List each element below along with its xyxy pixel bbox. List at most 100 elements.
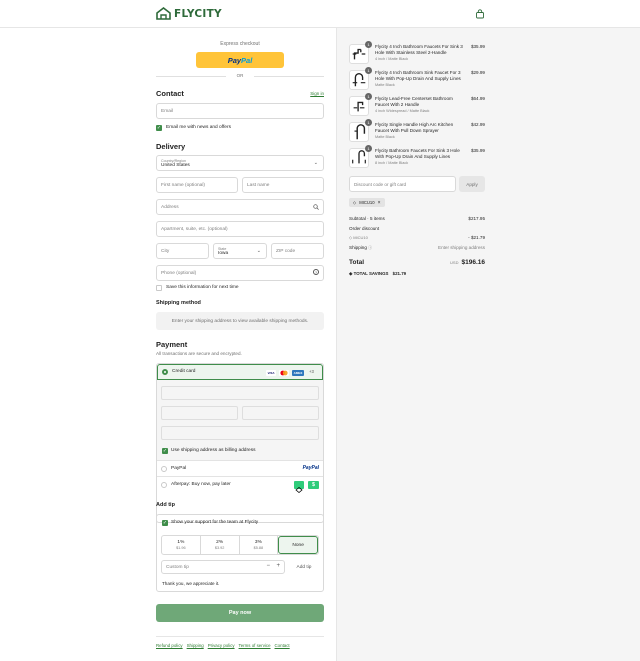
add-tip-button[interactable]: Add tip bbox=[289, 560, 319, 574]
apartment-field[interactable]: Apartment, suite, etc. (optional) bbox=[156, 221, 324, 237]
tip-options: 1% $1.96 2% $3.92 3% $5.88 None bbox=[161, 535, 319, 555]
brand-name: FLYCITY bbox=[174, 7, 222, 20]
chevron-down-icon: ⌄ bbox=[313, 160, 318, 166]
afterpay-radio[interactable] bbox=[161, 482, 167, 488]
card-details-form: ✓ Use shipping address as billing addres… bbox=[157, 380, 323, 460]
card-security-code-field[interactable] bbox=[242, 406, 319, 420]
afterpay-option[interactable]: Afterpay: Buy now, pay later $ bbox=[157, 476, 323, 494]
order-discount-row: Order discount bbox=[349, 226, 380, 231]
city-field[interactable]: City bbox=[156, 243, 209, 259]
cart-item: 1 Flycity Lead-Free Centerset Bathroom F… bbox=[349, 93, 485, 120]
contact-link[interactable]: Contact bbox=[275, 643, 290, 648]
payment-subtitle: All transactions are secure and encrypte… bbox=[156, 351, 242, 356]
credit-card-option[interactable]: Credit card VISA AMEX +3 bbox=[157, 364, 323, 380]
brand-logo[interactable]: FLYCITY bbox=[156, 7, 222, 20]
tip-option-2[interactable]: 2% $3.92 bbox=[201, 536, 240, 554]
cart-item: 1 Flycity Bathroom Faucets For Sink 3 Ho… bbox=[349, 145, 485, 172]
news-label: Email me with news and offers bbox=[166, 125, 231, 130]
apply-discount-button[interactable]: Apply bbox=[459, 176, 485, 192]
header: FLYCITY bbox=[0, 0, 640, 28]
house-logo-icon bbox=[156, 7, 171, 20]
sign-in-link[interactable]: Sign in bbox=[310, 91, 324, 96]
amex-icon: AMEX bbox=[292, 370, 304, 376]
faucet-icon bbox=[354, 124, 366, 140]
subtotal-row: Subtotal · 5 items $217.95 bbox=[349, 216, 485, 221]
delivery-heading: Delivery bbox=[156, 142, 186, 151]
decrement-icon[interactable]: − bbox=[266, 563, 270, 569]
email-field[interactable]: Email bbox=[156, 103, 324, 119]
faucet-icon bbox=[352, 150, 366, 164]
payment-methods: Credit card VISA AMEX +3 ✓ Use shipping … bbox=[156, 363, 324, 523]
tip-option-none[interactable]: None bbox=[278, 536, 318, 554]
last-name-field[interactable]: Last name bbox=[242, 177, 324, 193]
quantity-badge: 1 bbox=[365, 41, 372, 48]
faucet-icon bbox=[353, 101, 365, 112]
terms-of-service-link[interactable]: Terms of service bbox=[239, 643, 271, 648]
mastercard-icon bbox=[279, 370, 289, 376]
help-icon[interactable]: ⓘ bbox=[368, 245, 372, 250]
tag-icon: ◇ bbox=[353, 200, 357, 205]
tip-option-1[interactable]: 1% $1.96 bbox=[162, 536, 201, 554]
help-icon[interactable]: ? bbox=[313, 269, 319, 275]
total-savings-row: ◈ TOTAL SAVINGS $21.79 bbox=[349, 271, 407, 276]
card-expiry-field[interactable] bbox=[161, 406, 238, 420]
billing-address-checkbox[interactable]: ✓ bbox=[162, 448, 168, 454]
quantity-badge: 1 bbox=[365, 119, 372, 126]
shipping-link[interactable]: Shipping bbox=[187, 643, 204, 648]
footer-links: Refund policy Shipping Privacy policy Te… bbox=[156, 636, 324, 648]
quantity-badge: 1 bbox=[365, 145, 372, 152]
contact-heading: Contact bbox=[156, 89, 184, 98]
state-select[interactable]: State Iowa ⌄ bbox=[213, 243, 267, 259]
billing-address-label: Use shipping address as billing address bbox=[171, 448, 256, 453]
privacy-policy-link[interactable]: Privacy policy bbox=[208, 643, 235, 648]
shopping-bag-icon[interactable] bbox=[475, 9, 485, 19]
card-name-field[interactable] bbox=[161, 426, 319, 440]
applied-discount-chip: ◇ MICU10 × bbox=[349, 198, 385, 207]
zip-field[interactable]: ZIP code bbox=[271, 243, 324, 259]
phone-field[interactable]: Phone (optional) ? bbox=[156, 265, 324, 281]
more-cards-count: +3 bbox=[309, 369, 314, 374]
paypal-express-button[interactable]: Pay Pal bbox=[196, 52, 284, 68]
tip-section: ✓ Show your support for the team at Flyc… bbox=[156, 514, 324, 592]
remove-discount-icon[interactable]: × bbox=[378, 200, 381, 206]
product-name: Flycity Single Handle High Arc Kitchen F… bbox=[375, 122, 454, 139]
paypal-radio[interactable] bbox=[161, 466, 167, 472]
cart-item: 1 Flycity 4 Inch Bathroom Sink Faucet Fo… bbox=[349, 67, 485, 94]
pay-now-button[interactable]: Pay now bbox=[156, 604, 324, 622]
news-checkbox[interactable]: ✓ bbox=[156, 125, 162, 131]
first-name-field[interactable]: First name (optional) bbox=[156, 177, 238, 193]
total-label: Total bbox=[349, 259, 365, 266]
afterpay-logo-icon bbox=[294, 481, 304, 494]
paypal-logo: PayPal bbox=[302, 465, 319, 471]
custom-tip-field[interactable]: Custom tip − + bbox=[161, 560, 285, 574]
shipping-method-notice: Enter your shipping address to view avai… bbox=[156, 312, 324, 330]
product-price: $35.99 bbox=[470, 44, 485, 49]
product-price: $42.99 bbox=[470, 122, 485, 127]
save-info-checkbox[interactable] bbox=[156, 285, 162, 291]
shipping-method-heading: Shipping method bbox=[156, 300, 201, 306]
tip-option-3[interactable]: 3% $5.88 bbox=[240, 536, 279, 554]
address-field[interactable]: Address bbox=[156, 199, 324, 215]
paypal-option[interactable]: PayPal PayPal bbox=[157, 460, 323, 476]
country-select[interactable]: Country/Region United States ⌄ bbox=[156, 155, 324, 171]
credit-card-radio[interactable] bbox=[162, 369, 168, 375]
product-price: $29.99 bbox=[470, 70, 485, 75]
faucet-icon bbox=[352, 48, 366, 60]
search-icon bbox=[313, 204, 319, 210]
card-number-field[interactable] bbox=[161, 386, 319, 400]
increment-icon[interactable]: + bbox=[276, 563, 280, 569]
tip-thanks-text: Thank you, we appreciate it. bbox=[162, 581, 220, 586]
visa-icon: VISA bbox=[266, 370, 276, 376]
product-name: Flycity Lead-Free Centerset Bathroom Fau… bbox=[375, 96, 453, 113]
save-info-label: Save this information for next time bbox=[166, 285, 239, 290]
refund-policy-link[interactable]: Refund policy bbox=[156, 643, 183, 648]
show-support-checkbox[interactable]: ✓ bbox=[162, 520, 168, 526]
chevron-down-icon: ⌄ bbox=[256, 248, 261, 254]
discount-code-row: ◇ MICU10 - $21.79 bbox=[349, 235, 485, 240]
cart-item: 1 Flycity Single Handle High Arc Kitchen… bbox=[349, 119, 485, 146]
faucet-icon bbox=[352, 73, 366, 87]
express-checkout-title: Express checkout bbox=[220, 41, 260, 47]
discount-code-field[interactable]: Discount code or gift card bbox=[349, 176, 456, 192]
total-amount: USD $196.16 bbox=[450, 259, 485, 266]
cart-item: 1 Flycity 4 Inch Bathroom Faucets For Si… bbox=[349, 41, 485, 68]
